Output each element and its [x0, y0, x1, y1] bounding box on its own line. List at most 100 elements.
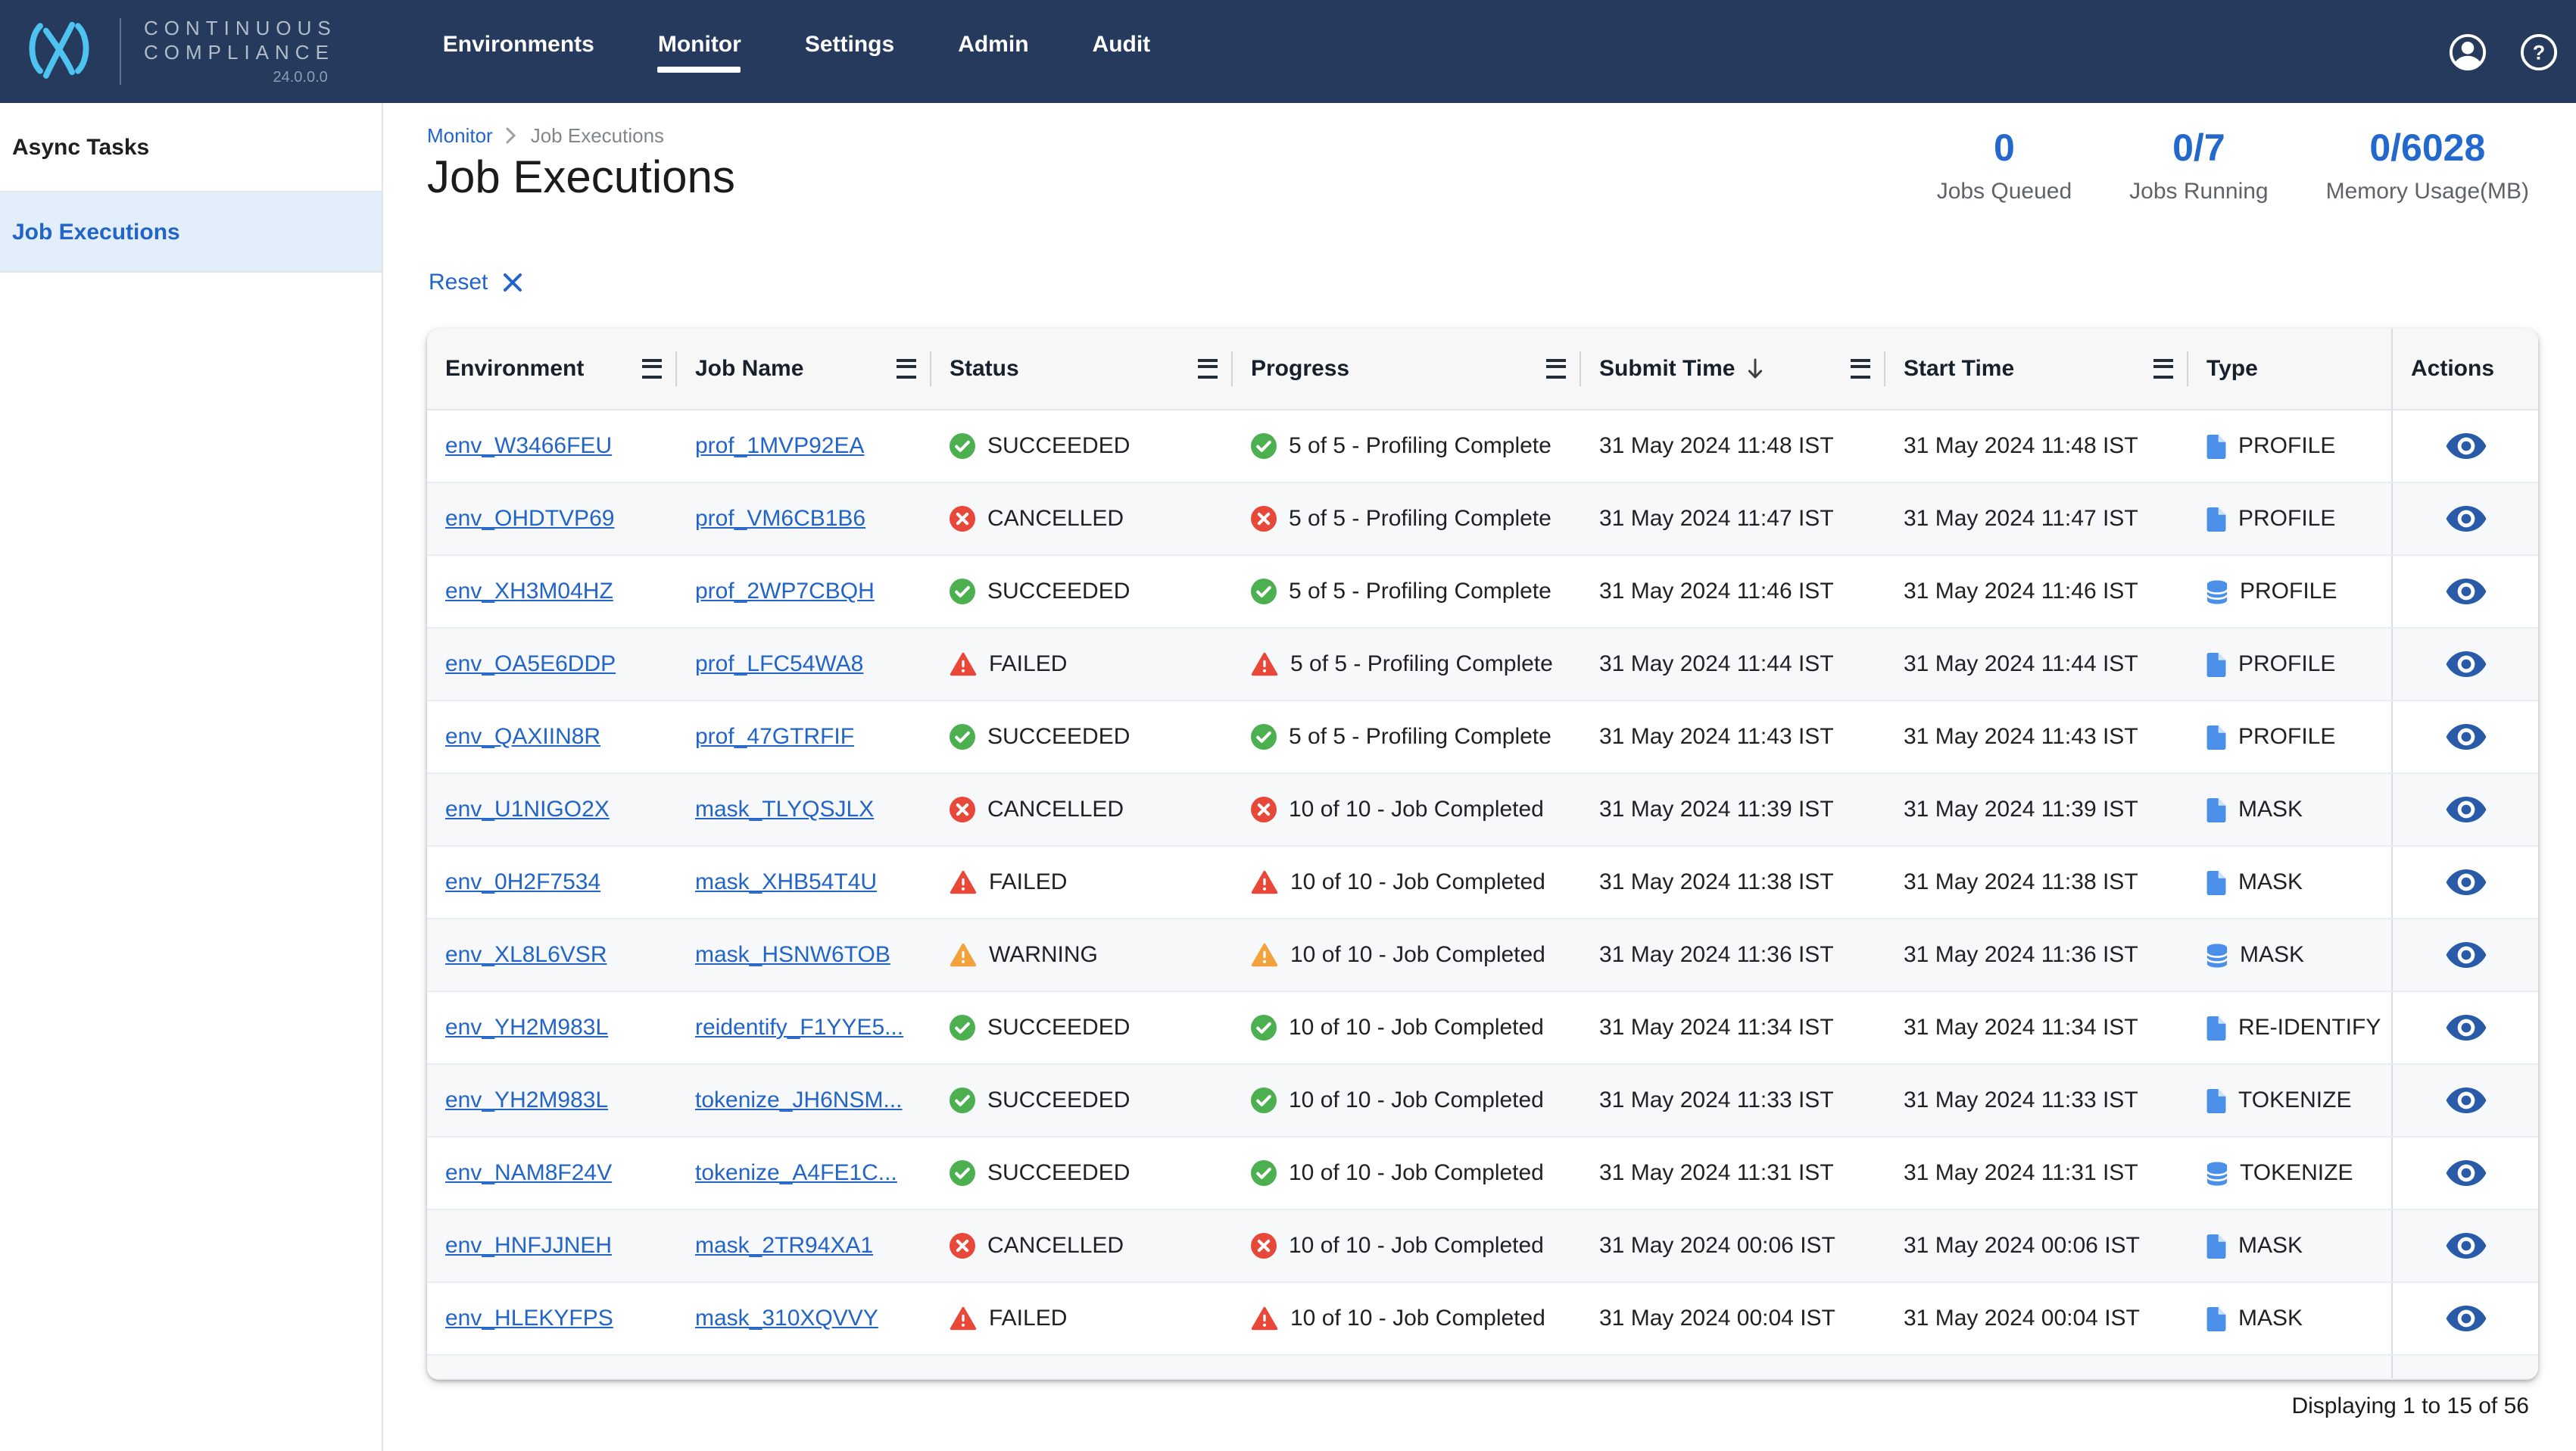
start-time-column-menu-icon[interactable] [2153, 359, 2173, 379]
environment-cell: env_HLEKYFPS [427, 1306, 677, 1331]
environment-link[interactable]: env_NAM8F24V [445, 1160, 612, 1186]
progress-icon [1251, 724, 1277, 750]
environment-link[interactable]: env_W3466FEU [445, 433, 612, 459]
submit-time-column-menu-icon[interactable] [1851, 359, 1870, 379]
nav-item-audit[interactable]: Audit [1093, 31, 1151, 72]
progress-cell: 10 of 10 - Job Completed [1233, 1233, 1581, 1259]
nav-item-environments-label[interactable]: Environments [443, 31, 594, 57]
status-column-menu-icon[interactable] [1198, 359, 1218, 379]
job-name-link[interactable]: prof_VM6CB1B6 [695, 506, 865, 532]
reset-filters-button[interactable]: Reset [429, 270, 522, 295]
environment-link[interactable]: env_OHDTVP69 [445, 506, 614, 532]
view-execution-button[interactable] [2445, 869, 2486, 895]
job-name-link[interactable]: prof_1MVP92EA [695, 433, 864, 459]
nav-item-monitor-label[interactable]: Monitor [658, 31, 741, 57]
environment-link[interactable]: env_OA5E6DDP [445, 651, 616, 677]
view-execution-button[interactable] [2445, 1087, 2486, 1113]
nav-item-settings[interactable]: Settings [805, 31, 894, 72]
submit-time-value: 31 May 2024 11:34 IST [1599, 1015, 1834, 1041]
main-content: Monitor Job Executions Job Executions 0 … [383, 103, 2576, 1451]
type-icon [2206, 652, 2226, 676]
status-cell: CANCELLED [931, 1233, 1233, 1259]
environment-link[interactable]: env_U1NIGO2X [445, 797, 610, 822]
submit-time-cell: 31 May 2024 00:06 IST [1581, 1233, 1885, 1259]
view-execution-button[interactable] [2445, 651, 2486, 677]
progress-label: 10 of 10 - Job Completed [1290, 942, 1545, 968]
view-execution-button[interactable] [2445, 1233, 2486, 1259]
view-execution-button[interactable] [2445, 579, 2486, 604]
job-name-cell: prof_2WP7CBQH [677, 579, 931, 604]
start-time-header-label[interactable]: Start Time [1904, 356, 2014, 382]
job-name-link[interactable]: mask_XHB54T4U [695, 869, 877, 895]
sort-descending-icon[interactable] [1746, 357, 1764, 380]
table-header-row: Environment Job Name Status Progress Sub… [427, 329, 2538, 410]
environment-column-menu-icon[interactable] [642, 359, 662, 379]
nav-item-settings-label[interactable]: Settings [805, 31, 894, 57]
environment-link[interactable]: env_XL8L6VSR [445, 942, 607, 968]
type-icon [2206, 943, 2228, 967]
sidebar-item-job-executions[interactable]: Job Executions [0, 192, 382, 273]
close-icon[interactable] [503, 273, 522, 292]
job-name-link[interactable]: mask_310XQVVY [695, 1306, 878, 1331]
type-icon [2206, 579, 2228, 604]
nav-item-admin-label[interactable]: Admin [958, 31, 1028, 57]
table-row: env_YH2M983L tokenize_JH6NSM... SUCCEEDE… [427, 1065, 2538, 1137]
status-header-label[interactable]: Status [950, 356, 1019, 382]
nav-item-monitor[interactable]: Monitor [658, 31, 741, 72]
view-execution-button[interactable] [2445, 1160, 2486, 1186]
view-execution-button[interactable] [2445, 1015, 2486, 1041]
environment-cell: env_OA5E6DDP [427, 651, 677, 677]
sidebar-item-async-tasks[interactable]: Async Tasks [0, 103, 382, 192]
nav-item-audit-label[interactable]: Audit [1093, 31, 1151, 57]
progress-header-label[interactable]: Progress [1251, 356, 1349, 382]
environment-link[interactable]: env_YH2M983L [445, 1087, 608, 1113]
progress-icon [1251, 942, 1278, 968]
status-label: SUCCEEDED [987, 1160, 1130, 1186]
job-name-cell: tokenize_A4FE1C... [677, 1160, 931, 1186]
job-name-column-menu-icon[interactable] [897, 359, 916, 379]
job-name-link[interactable]: mask_2TR94XA1 [695, 1233, 873, 1259]
job-name-link[interactable]: reidentify_F1YYE5... [695, 1015, 903, 1041]
type-icon [2206, 1088, 2226, 1112]
progress-icon [1251, 797, 1277, 822]
job-name-cell: prof_1MVP92EA [677, 433, 931, 459]
job-name-header-label[interactable]: Job Name [695, 356, 803, 382]
view-execution-button[interactable] [2445, 942, 2486, 968]
environment-link[interactable]: env_QAXIIN8R [445, 724, 600, 750]
job-name-link[interactable]: mask_HSNW6TOB [695, 942, 890, 968]
nav-item-admin[interactable]: Admin [958, 31, 1028, 72]
environment-link[interactable]: env_YH2M983L [445, 1015, 608, 1041]
view-execution-button[interactable] [2445, 797, 2486, 822]
stat-jobs-running: 0/7 Jobs Running [2129, 127, 2268, 204]
environment-header-label[interactable]: Environment [445, 356, 584, 382]
job-name-link[interactable]: prof_LFC54WA8 [695, 651, 863, 677]
environment-link[interactable]: env_HNFJJNEH [445, 1233, 612, 1259]
progress-column-menu-icon[interactable] [1546, 359, 1566, 379]
start-time-value: 31 May 2024 11:47 IST [1904, 506, 2138, 532]
breadcrumb-current: Job Executions [531, 124, 664, 147]
environment-link[interactable]: env_XH3M04HZ [445, 579, 613, 604]
status-label: SUCCEEDED [987, 1015, 1130, 1041]
submit-time-cell: 31 May 2024 11:38 IST [1581, 869, 1885, 895]
type-icon [2206, 797, 2226, 822]
job-name-link[interactable]: tokenize_A4FE1C... [695, 1160, 897, 1186]
environment-link[interactable]: env_0H2F7534 [445, 869, 600, 895]
view-execution-button[interactable] [2445, 724, 2486, 750]
progress-label: 5 of 5 - Profiling Complete [1289, 579, 1552, 604]
nav-item-environments[interactable]: Environments [443, 31, 594, 72]
help-icon[interactable]: ? [2520, 33, 2558, 70]
reset-label[interactable]: Reset [429, 270, 488, 295]
view-execution-button[interactable] [2445, 1306, 2486, 1331]
job-name-link[interactable]: prof_47GTRFIF [695, 724, 854, 750]
type-label: PROFILE [2238, 651, 2335, 677]
job-name-link[interactable]: prof_2WP7CBQH [695, 579, 875, 604]
start-time-value: 31 May 2024 11:39 IST [1904, 797, 2138, 822]
view-execution-button[interactable] [2445, 433, 2486, 459]
breadcrumb-monitor-link[interactable]: Monitor [427, 124, 493, 147]
user-profile-icon[interactable] [2449, 33, 2487, 70]
submit-time-header-label[interactable]: Submit Time [1599, 356, 1736, 382]
job-name-link[interactable]: mask_TLYQSJLX [695, 797, 874, 822]
environment-link[interactable]: env_HLEKYFPS [445, 1306, 613, 1331]
view-execution-button[interactable] [2445, 506, 2486, 532]
job-name-link[interactable]: tokenize_JH6NSM... [695, 1087, 902, 1113]
